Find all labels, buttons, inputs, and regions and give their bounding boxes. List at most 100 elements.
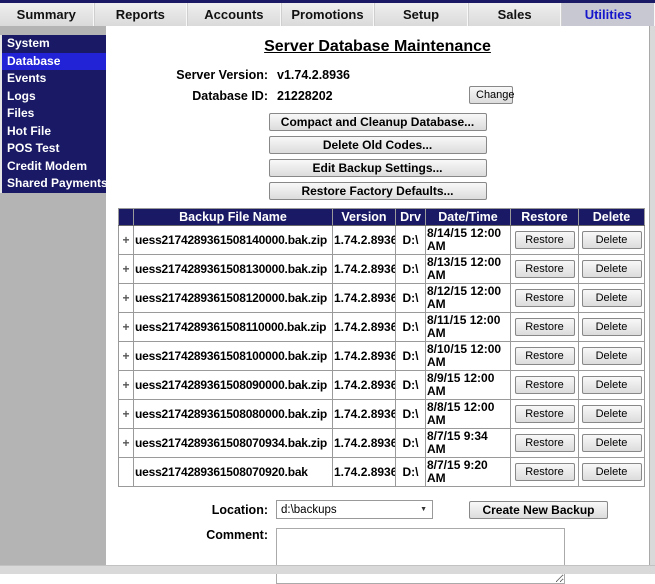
delete-button[interactable]: Delete bbox=[581, 434, 642, 452]
expand-toggle[interactable]: + bbox=[118, 254, 134, 284]
backup-version: 1.74.2.8936 bbox=[332, 457, 396, 487]
expand-toggle[interactable]: + bbox=[118, 370, 134, 400]
create-new-backup-button[interactable]: Create New Backup bbox=[469, 500, 608, 519]
backup-drive: D:\ bbox=[395, 254, 426, 284]
location-select[interactable]: d:\backups bbox=[276, 500, 433, 519]
nav-item-setup[interactable]: Setup bbox=[374, 3, 468, 26]
delete-button[interactable]: Delete bbox=[581, 376, 642, 394]
page-title: Server Database Maintenance bbox=[264, 38, 491, 55]
sidebar-item-credit-modem[interactable]: Credit Modem bbox=[2, 158, 106, 176]
restore-button-cell: Restore bbox=[510, 312, 579, 342]
server-version-value: v1.74.2.8936 bbox=[277, 68, 350, 82]
restore-button[interactable]: Restore bbox=[514, 260, 575, 278]
delete-button[interactable]: Delete bbox=[581, 318, 642, 336]
backup-datetime: 8/14/15 12:00 AM bbox=[425, 225, 511, 255]
backups-table: Backup File Name Version Drv Date/Time Resto… bbox=[118, 208, 645, 487]
restore-button-cell: Restore bbox=[510, 254, 579, 284]
delete-old-codes-button[interactable]: Delete Old Codes... bbox=[268, 136, 487, 154]
nav-item-accounts[interactable]: Accounts bbox=[187, 3, 281, 26]
server-version-label: Server Version: bbox=[176, 68, 268, 82]
restore-button-cell: Restore bbox=[510, 457, 579, 487]
expand-toggle[interactable]: + bbox=[118, 428, 134, 458]
backup-file-name: uess2174289361508100000.bak.zip bbox=[133, 341, 333, 371]
database-id-label: Database ID: bbox=[192, 89, 268, 103]
restore-button-cell: Restore bbox=[510, 225, 579, 255]
delete-button[interactable]: Delete bbox=[581, 405, 642, 423]
expand-toggle[interactable]: + bbox=[118, 312, 134, 342]
delete-button-cell: Delete bbox=[578, 225, 645, 255]
restore-button[interactable]: Restore bbox=[514, 434, 575, 452]
restore-button[interactable]: Restore bbox=[514, 289, 575, 307]
nav-item-utilities[interactable]: Utilities bbox=[561, 3, 655, 26]
nav-item-promotions[interactable]: Promotions bbox=[280, 3, 375, 26]
backup-file-name: uess2174289361508070920.bak bbox=[133, 457, 333, 487]
backup-version: 1.74.2.8936 bbox=[332, 254, 396, 284]
backup-file-name: uess2174289361508140000.bak.zip bbox=[133, 225, 333, 255]
delete-button[interactable]: Delete bbox=[581, 463, 642, 481]
expand-toggle[interactable]: + bbox=[118, 283, 134, 313]
restore-button[interactable]: Restore bbox=[514, 347, 575, 365]
restore-button[interactable]: Restore bbox=[514, 376, 575, 394]
restore-button[interactable]: Restore bbox=[514, 405, 575, 423]
database-action-buttons: Compact and Cleanup Database... Delete Ol… bbox=[106, 113, 649, 200]
restore-button-cell: Restore bbox=[510, 428, 579, 458]
comment-row: Comment: bbox=[106, 528, 649, 584]
expand-toggle[interactable]: + bbox=[118, 399, 134, 429]
restore-button[interactable]: Restore bbox=[514, 463, 575, 481]
col-header-drv: Drv bbox=[395, 208, 426, 226]
change-button[interactable]: Change bbox=[469, 86, 515, 104]
nav-item-sales[interactable]: Sales bbox=[467, 3, 562, 26]
backups-table-header-row: Backup File Name Version Drv Date/Time Resto… bbox=[118, 208, 645, 226]
right-edge-strip bbox=[649, 26, 655, 565]
delete-button[interactable]: Delete bbox=[581, 231, 642, 249]
main-content: Server Database Maintenance Server Versi… bbox=[106, 26, 649, 584]
comment-textarea[interactable] bbox=[276, 528, 565, 584]
backup-file-name: uess2174289361508110000.bak.zip bbox=[133, 312, 333, 342]
delete-button[interactable]: Delete bbox=[581, 289, 642, 307]
restore-button[interactable]: Restore bbox=[514, 231, 575, 249]
delete-button-cell: Delete bbox=[578, 399, 645, 429]
delete-button-cell: Delete bbox=[578, 370, 645, 400]
col-header-version: Version bbox=[332, 208, 396, 226]
restore-button-cell: Restore bbox=[510, 399, 579, 429]
backup-row: + uess2174289361508100000.bak.zip 1.74.2.8… bbox=[118, 341, 645, 371]
backup-datetime: 8/9/15 12:00 AM bbox=[425, 370, 511, 400]
sidebar-item-files[interactable]: Files bbox=[2, 105, 106, 123]
compact-and-cleanup-database-button[interactable]: Compact and Cleanup Database... bbox=[268, 113, 487, 131]
backup-datetime: 8/8/15 12:00 AM bbox=[425, 399, 511, 429]
restore-factory-defaults-button[interactable]: Restore Factory Defaults... bbox=[268, 182, 487, 200]
comment-label: Comment: bbox=[206, 528, 268, 542]
backup-version: 1.74.2.8936 bbox=[332, 225, 396, 255]
expand-toggle[interactable]: + bbox=[118, 225, 134, 255]
sidebar-item-logs[interactable]: Logs bbox=[2, 88, 106, 106]
sidebar-item-events[interactable]: Events bbox=[2, 70, 106, 88]
backup-file-name: uess2174289361508070934.bak.zip bbox=[133, 428, 333, 458]
backup-drive: D:\ bbox=[395, 341, 426, 371]
sidebar-item-pos-test[interactable]: POS Test bbox=[2, 140, 106, 158]
expand-toggle[interactable]: + bbox=[118, 341, 134, 371]
sidebar-item-hot-file[interactable]: Hot File bbox=[2, 123, 106, 141]
backup-datetime: 8/10/15 12:00 AM bbox=[425, 341, 511, 371]
backup-row: + uess2174289361508080000.bak.zip 1.74.2.8… bbox=[118, 399, 645, 429]
delete-button-cell: Delete bbox=[578, 341, 645, 371]
col-header-backup-file-name: Backup File Name bbox=[133, 208, 333, 226]
restore-button-cell: Restore bbox=[510, 283, 579, 313]
sidebar-item-database[interactable]: Database bbox=[2, 52, 106, 70]
backup-version: 1.74.2.8936 bbox=[332, 283, 396, 313]
backup-file-name: uess2174289361508130000.bak.zip bbox=[133, 254, 333, 284]
restore-button[interactable]: Restore bbox=[514, 318, 575, 336]
delete-button[interactable]: Delete bbox=[581, 347, 642, 365]
backup-file-name: uess2174289361508090000.bak.zip bbox=[133, 370, 333, 400]
delete-button[interactable]: Delete bbox=[581, 260, 642, 278]
backup-drive: D:\ bbox=[395, 312, 426, 342]
col-header-date-time: Date/Time bbox=[425, 208, 511, 226]
edit-backup-settings-button[interactable]: Edit Backup Settings... bbox=[268, 159, 487, 177]
location-select-wrap: d:\backups ▼ bbox=[276, 500, 433, 519]
backup-row: + uess2174289361508110000.bak.zip 1.74.2.8… bbox=[118, 312, 645, 342]
nav-item-summary[interactable]: Summary bbox=[0, 3, 94, 26]
sidebar-item-system[interactable]: System bbox=[2, 35, 106, 53]
backup-row: uess2174289361508070920.bak 1.74.2.8936 D:… bbox=[118, 457, 645, 487]
sidebar-item-shared-payments[interactable]: Shared Payments bbox=[2, 175, 108, 193]
backup-datetime: 8/12/15 12:00 AM bbox=[425, 283, 511, 313]
nav-item-reports[interactable]: Reports bbox=[93, 3, 188, 26]
